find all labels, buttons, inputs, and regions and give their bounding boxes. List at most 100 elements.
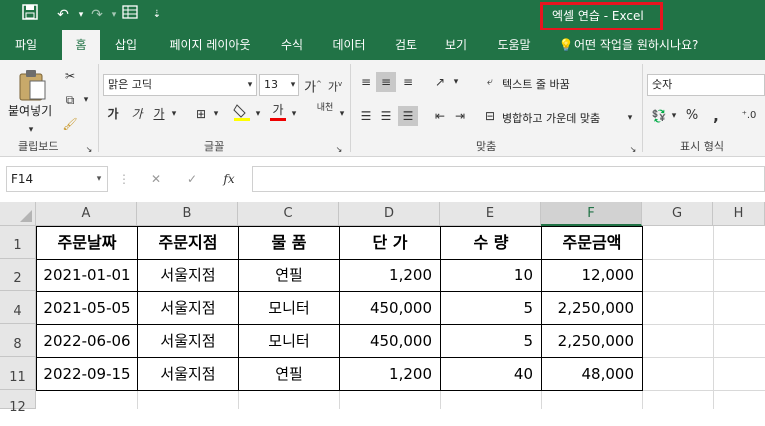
merge-center-button[interactable]: 병합하고 가운데 맞춤 — [502, 110, 600, 126]
row-header[interactable]: 12 — [0, 390, 36, 415]
quantity-cell[interactable]: 5 — [440, 291, 542, 325]
increase-indent-icon[interactable]: ⇥ — [450, 106, 470, 126]
comma-button[interactable]: , — [708, 106, 724, 126]
column-header[interactable]: A — [36, 202, 137, 226]
quantity-cell[interactable]: 5 — [440, 324, 542, 358]
paste-dropdown-icon[interactable]: ▾ — [24, 120, 38, 140]
font-color-dropdown-icon[interactable]: ▾ — [288, 104, 300, 124]
orientation-dropdown-icon[interactable]: ▾ — [450, 72, 462, 92]
order-amount-cell[interactable]: 2,250,000 — [541, 324, 643, 358]
align-right-icon[interactable]: ☰ — [398, 106, 418, 126]
font-color-icon[interactable]: 가 — [268, 102, 288, 121]
column-header[interactable]: H — [713, 202, 765, 226]
table-header-cell[interactable]: 물 품 — [238, 226, 340, 260]
column-header[interactable]: B — [137, 202, 238, 226]
accounting-dropdown-icon[interactable]: ▾ — [668, 106, 680, 126]
redo-icon[interactable]: ↷ — [86, 4, 108, 26]
save-icon[interactable] — [16, 4, 44, 26]
order-date-cell[interactable]: 2022-06-06 — [36, 324, 138, 358]
fill-color-icon[interactable] — [232, 102, 252, 128]
column-header[interactable]: D — [339, 202, 440, 226]
phonetic-dropdown-icon[interactable]: ▾ — [336, 104, 348, 124]
unit-price-cell[interactable]: 1,200 — [339, 259, 441, 292]
quantity-cell[interactable]: 10 — [440, 259, 542, 292]
form-icon[interactable] — [118, 4, 142, 26]
customize-icon[interactable]: ⇣ — [150, 4, 164, 26]
unit-price-cell[interactable]: 450,000 — [339, 291, 441, 325]
order-date-cell[interactable]: 2021-05-05 — [36, 291, 138, 325]
paste-icon[interactable] — [14, 68, 50, 104]
phonetic-guide-button[interactable]: 내천 — [312, 102, 338, 114]
tab-data[interactable]: 데이터 — [324, 30, 374, 60]
tell-me-box[interactable]: 어떤 작업을 원하시나요? — [574, 30, 714, 60]
decrease-font-icon[interactable]: 가v — [326, 74, 344, 98]
unit-price-cell[interactable]: 450,000 — [339, 324, 441, 358]
underline-button[interactable]: 가 — [150, 104, 168, 124]
wrap-text-button[interactable]: 텍스트 줄 바꿈 — [502, 76, 570, 92]
increase-decimal-icon[interactable]: ⁺.0 — [736, 106, 762, 126]
cancel-icon[interactable]: ✕ — [146, 169, 166, 189]
align-bottom-icon[interactable]: ≡ — [398, 72, 418, 92]
align-center-icon[interactable]: ☰ — [376, 106, 396, 126]
name-box-dropdown-icon[interactable]: ▾ — [92, 169, 106, 189]
align-middle-icon[interactable]: ≡ — [376, 72, 396, 92]
font-name-dropdown-icon[interactable]: ▾ — [244, 75, 256, 95]
border-dropdown-icon[interactable]: ▾ — [210, 104, 222, 124]
accounting-format-icon[interactable]: 💱 — [650, 106, 668, 126]
item-cell[interactable]: 모니터 — [238, 324, 340, 358]
tab-view[interactable]: 보기 — [436, 30, 476, 60]
column-header[interactable]: G — [642, 202, 713, 226]
font-size-dropdown-icon[interactable]: ▾ — [287, 75, 299, 95]
tab-formulas[interactable]: 수식 — [272, 30, 312, 60]
unit-price-cell[interactable]: 1,200 — [339, 357, 441, 391]
table-header-cell[interactable]: 주문금액 — [541, 226, 643, 260]
item-cell[interactable]: 연필 — [238, 357, 340, 391]
orientation-icon[interactable]: ↗ — [430, 72, 450, 92]
item-cell[interactable]: 연필 — [238, 259, 340, 292]
tab-home[interactable]: 홈 — [62, 30, 100, 60]
enter-icon[interactable]: ✓ — [182, 169, 202, 189]
order-branch-cell[interactable]: 서울지점 — [137, 291, 239, 325]
column-header[interactable]: C — [238, 202, 339, 226]
order-branch-cell[interactable]: 서울지점 — [137, 357, 239, 391]
table-header-cell[interactable]: 수 량 — [440, 226, 542, 260]
row-header[interactable]: 8 — [0, 324, 36, 357]
insert-function-icon[interactable]: fx — [218, 169, 240, 189]
row-header[interactable]: 11 — [0, 357, 36, 390]
column-header[interactable]: E — [440, 202, 541, 226]
formula-bar-grip-icon[interactable]: ⋮ — [118, 169, 130, 189]
order-amount-cell[interactable]: 2,250,000 — [541, 291, 643, 325]
format-painter-icon[interactable]: 🖌 — [60, 114, 80, 134]
tab-file[interactable]: 파일 — [4, 30, 48, 60]
column-header-selected[interactable]: F — [541, 202, 642, 226]
tab-review[interactable]: 검토 — [386, 30, 426, 60]
table-header-cell[interactable]: 단 가 — [339, 226, 441, 260]
fill-color-dropdown-icon[interactable]: ▾ — [252, 104, 264, 124]
formula-input[interactable] — [252, 166, 765, 192]
decrease-indent-icon[interactable]: ⇤ — [430, 106, 450, 126]
order-amount-cell[interactable]: 12,000 — [541, 259, 643, 292]
border-icon[interactable]: ⊞ — [192, 104, 210, 124]
copy-icon[interactable]: ⧉ — [60, 90, 80, 110]
order-date-cell[interactable]: 2022-09-15 — [36, 357, 138, 391]
table-header-cell[interactable]: 주문날짜 — [36, 226, 138, 260]
cut-icon[interactable]: ✂ — [60, 66, 80, 86]
item-cell[interactable]: 모니터 — [238, 291, 340, 325]
table-header-cell[interactable]: 주문지점 — [137, 226, 239, 260]
align-top-icon[interactable]: ≡ — [356, 72, 376, 92]
order-amount-cell[interactable]: 48,000 — [541, 357, 643, 391]
order-branch-cell[interactable]: 서울지점 — [137, 259, 239, 292]
number-format-combo[interactable]: 숫자 — [647, 74, 765, 96]
row-header[interactable]: 4 — [0, 291, 36, 324]
quantity-cell[interactable]: 40 — [440, 357, 542, 391]
underline-dropdown-icon[interactable]: ▾ — [168, 104, 180, 124]
font-name-combo[interactable]: 맑은 고딕 — [103, 74, 257, 96]
tab-help[interactable]: 도움말 — [488, 30, 540, 60]
bold-button[interactable]: 가 — [104, 104, 122, 124]
italic-button[interactable]: 가 — [128, 104, 146, 124]
percent-button[interactable]: % — [684, 106, 700, 126]
undo-icon[interactable]: ↶ — [52, 4, 74, 26]
tab-page-layout[interactable]: 페이지 레이아웃 — [160, 30, 260, 60]
row-header[interactable]: 2 — [0, 259, 36, 291]
align-left-icon[interactable]: ☰ — [356, 106, 376, 126]
